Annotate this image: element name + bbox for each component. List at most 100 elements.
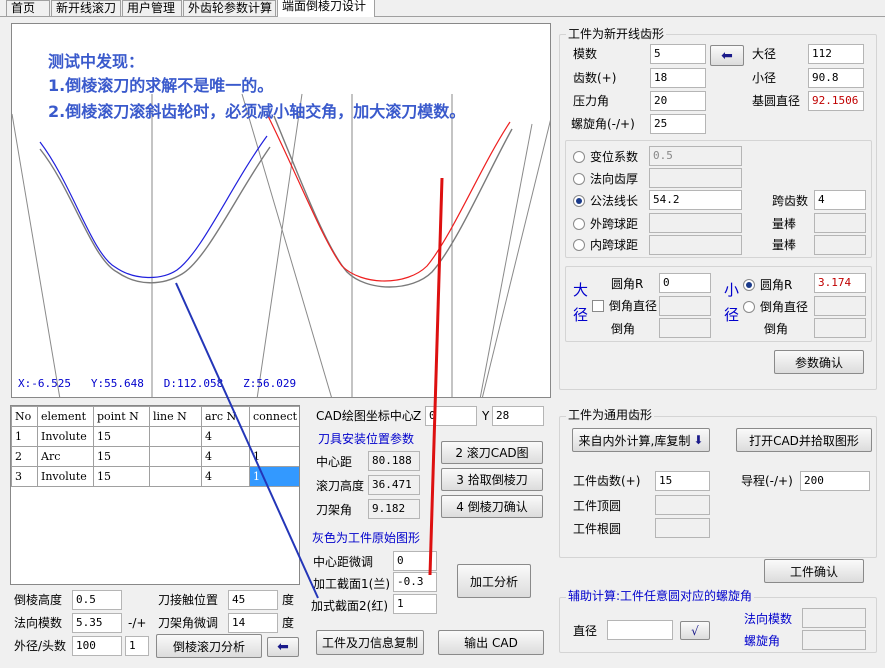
cell[interactable]: Arc [37,446,94,467]
tab-chamfer-design[interactable]: 端面倒棱刀设计 [277,0,375,17]
helix-angle-label: 螺旋角(-/+) [571,117,635,131]
confirm-chamfer-tool-button[interactable]: 4 倒棱刀确认 [441,495,543,518]
outer-ball-radio[interactable] [573,218,585,230]
inner-ball-input[interactable] [649,235,742,255]
modulus-input[interactable]: 5 [650,44,706,64]
workpiece-confirm-button[interactable]: 工件确认 [764,559,864,583]
table-row[interactable]: 1 Involute 15 4 [11,426,299,447]
cell[interactable]: 4 [201,466,250,487]
span-length-input[interactable]: 54.2 [649,190,742,210]
outer-ball-input[interactable] [649,213,742,233]
cell[interactable]: 15 [93,446,150,467]
left-arrow-icon: ⬅ [277,639,289,655]
table-row[interactable]: 3 Involute 15 4 1 [11,466,299,487]
machining-analysis-button[interactable]: 加工分析 [457,564,531,598]
small-fillet-label: 圆角R [760,278,793,292]
grid-header: No element point N line N arc N connect [11,406,299,427]
root-circle-input[interactable] [655,518,710,538]
small-chamfer-input[interactable] [814,318,866,338]
tool-position-input[interactable]: 45 [228,590,278,610]
od-input[interactable]: 100 [72,636,122,656]
pressure-angle-input[interactable]: 20 [650,91,706,111]
export-cad-button[interactable]: 输出 CAD [438,630,544,655]
general-teeth-input[interactable]: 15 [655,471,710,491]
root-dia-input[interactable]: 90.8 [808,68,864,88]
cell[interactable]: 1 [249,446,299,467]
big-chamfer-dia-input[interactable] [659,296,711,316]
tab-external-gear[interactable]: 外齿轮参数计算 [183,0,276,17]
chamfer-height-input[interactable]: 0.5 [72,590,122,610]
note-1: 1.倒棱滚刀的求解不是唯一的。 [48,76,274,95]
left-arrow-button[interactable]: ⬅ [267,637,299,657]
copy-info-button[interactable]: 工件及刀信息复制 [316,630,424,655]
z-input[interactable]: 0 [425,406,477,426]
pm-label: -/+ [128,616,147,630]
pick-chamfer-tool-button[interactable]: 3 拾取倒棱刀 [441,468,543,491]
aux-calc-button[interactable]: √ [680,621,710,640]
y-input[interactable]: 28 [492,406,544,426]
big-chamfer-checkbox[interactable] [592,300,604,312]
aux-dia-input[interactable] [607,620,673,640]
tab-involute-hob[interactable]: 新开线滚刀 [51,0,121,17]
tab-home[interactable]: 首页 [6,0,50,17]
open-cad-pick-button[interactable]: 打开CAD并拾取图形 [736,428,872,452]
cell[interactable] [149,466,202,487]
big-fillet-label: 圆角R [611,277,644,291]
inner-ball-radio[interactable] [573,239,585,251]
gray-original-title: 灰色为工件原始图形 [312,531,421,545]
center-micro-input[interactable]: 0 [393,551,437,571]
col-no: No [11,406,38,427]
cell[interactable]: Involute [37,426,94,447]
chamfer-hob-analysis-button[interactable]: 倒棱滚刀分析 [156,634,262,658]
cell[interactable]: 1 [11,426,38,447]
cell[interactable] [249,426,299,447]
normal-modulus-input[interactable]: 5.35 [72,613,122,633]
big-chamfer-label: 倒角 [611,322,636,336]
heads-input[interactable]: 1 [125,636,149,656]
cell-selected[interactable]: 1 [249,466,299,487]
aux-normal-mod-label: 法向模数 [744,612,793,626]
hob-cad-button[interactable]: 2 滚刀CAD图 [441,441,543,464]
big-chamfer-input[interactable] [659,318,711,338]
element-grid[interactable]: No element point N line N arc N connect … [10,405,300,585]
cell[interactable] [149,446,202,467]
modulus-arrow-button[interactable]: ⬅ [710,45,744,66]
section2-input[interactable]: 1 [393,594,437,614]
tip-circle-input[interactable] [655,495,710,515]
span-length-radio[interactable] [573,195,585,207]
span-teeth-input[interactable]: 4 [814,190,866,210]
gauge-rod-input-1[interactable] [814,213,866,233]
small-chamfer-radio[interactable] [743,301,755,313]
outer-ball-label: 外跨球距 [590,217,639,231]
cell[interactable]: 2 [11,446,38,467]
tab-user-management[interactable]: 用户管理 [122,0,182,17]
cell[interactable]: 3 [11,466,38,487]
cell[interactable]: Involute [37,466,94,487]
param-confirm-button[interactable]: 参数确认 [774,350,864,374]
normal-thickness-radio[interactable] [573,173,585,185]
center-distance-label: 中心距 [316,455,353,469]
rack-angle-micro-input[interactable]: 14 [228,613,278,633]
normal-thickness-input[interactable] [649,168,742,188]
shift-coef-radio[interactable] [573,151,585,163]
cell[interactable]: 4 [201,426,250,447]
lead-input[interactable]: 200 [800,471,870,491]
shift-coef-input[interactable]: 0.5 [649,146,742,166]
small-fillet-input[interactable]: 3.174 [814,273,866,293]
copy-from-library-button[interactable]: 来自内外计算,库复制 ⬇ [572,428,710,452]
teeth-input[interactable]: 18 [650,68,706,88]
gauge-rod-label-1: 量棒 [772,217,797,231]
small-chamfer-dia-input[interactable] [814,296,866,316]
helix-angle-input[interactable]: 25 [650,114,706,134]
outer-dia-input[interactable]: 112 [808,44,864,64]
cell[interactable]: 15 [93,426,150,447]
table-row[interactable]: 2 Arc 15 4 1 [11,446,299,467]
gauge-rod-input-2[interactable] [814,235,866,255]
big-fillet-input[interactable]: 0 [659,273,711,293]
cell[interactable]: 15 [93,466,150,487]
drawing-canvas[interactable]: 测试中发现： 1.倒棱滚刀的求解不是唯一的。 2.倒棱滚刀滚斜齿轮时，必须减小轴… [11,23,551,398]
section1-input[interactable]: -0.3 [393,572,437,592]
cell[interactable]: 4 [201,446,250,467]
cell[interactable] [149,426,202,447]
small-fillet-radio[interactable] [743,279,755,291]
